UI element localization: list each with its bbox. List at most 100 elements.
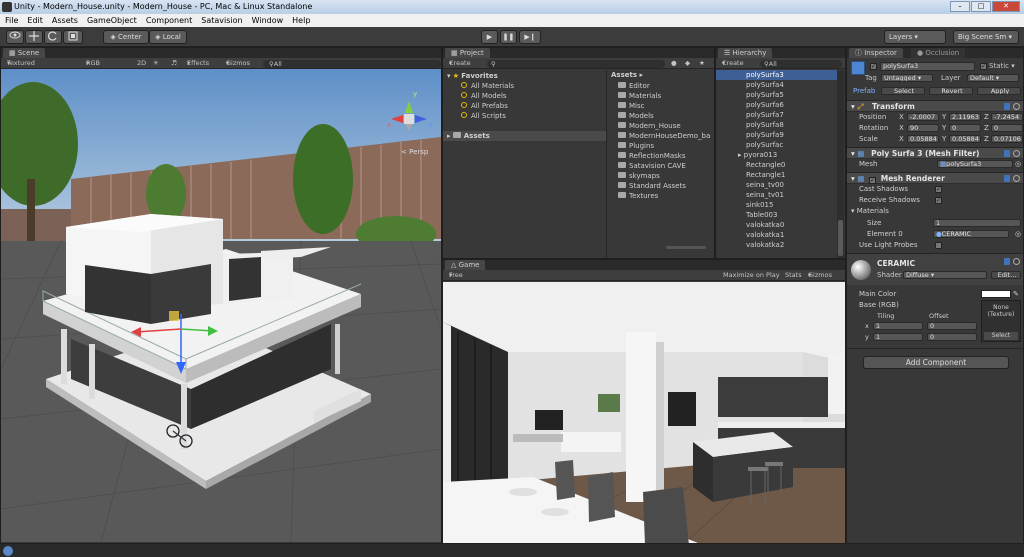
- move-tool-button[interactable]: [25, 30, 43, 44]
- favorite-all-scripts[interactable]: All Scripts: [443, 111, 606, 121]
- folder-satavision-cave[interactable]: Satavision CAVE: [608, 161, 714, 171]
- folder-reflectionmasks[interactable]: ReflectionMasks: [608, 151, 714, 161]
- layers-dropdown[interactable]: Layers: [884, 30, 946, 44]
- favorites-folder[interactable]: ▾ ★ Favorites: [443, 71, 606, 81]
- object-name-field[interactable]: polySurfa3: [880, 62, 975, 71]
- hierarchy-item[interactable]: valokatka2: [716, 240, 838, 250]
- pause-button[interactable]: ❚❚: [500, 30, 517, 44]
- favorite-all-materials[interactable]: All Materials: [443, 81, 606, 91]
- gear-icon[interactable]: [1013, 103, 1020, 110]
- folder-textures[interactable]: Textures: [608, 191, 714, 201]
- render-mode-dropdown[interactable]: RGB: [86, 58, 100, 69]
- help-icon[interactable]: [1004, 103, 1010, 110]
- add-component-button[interactable]: Add Component: [863, 356, 1009, 369]
- mesh-filter-header[interactable]: ▾ ▦ Poly Surfa 3 (Mesh Filter): [847, 147, 1023, 159]
- receive-shadows-checkbox[interactable]: ✓: [935, 196, 942, 204]
- maximize-on-play-toggle[interactable]: Maximize on Play: [723, 270, 780, 281]
- shader-edit-button[interactable]: Edit...: [991, 271, 1021, 279]
- menu-assets[interactable]: Assets: [52, 14, 78, 27]
- hierarchy-scrollbar[interactable]: [837, 70, 844, 258]
- hierarchy-item-expandable[interactable]: ▸ pyora013: [716, 150, 838, 160]
- gear-icon[interactable]: [1013, 150, 1020, 157]
- assets-breadcrumb[interactable]: Assets ▸: [608, 70, 714, 80]
- hierarchy-item[interactable]: Rectangle1: [716, 170, 838, 180]
- prefab-revert-button[interactable]: Revert: [929, 87, 973, 95]
- folder-materials[interactable]: Materials: [608, 91, 714, 101]
- rotation-y-field[interactable]: 0: [949, 124, 981, 132]
- main-color-swatch[interactable]: [981, 290, 1011, 298]
- menu-satavision[interactable]: Satavision: [201, 14, 242, 27]
- favorite-all-models[interactable]: All Models: [443, 91, 606, 101]
- hierarchy-item[interactable]: polySurfa4: [716, 80, 838, 90]
- folder-models[interactable]: Models: [608, 111, 714, 121]
- stats-toggle[interactable]: Stats: [785, 270, 802, 281]
- favorite-filter-icon[interactable]: ★: [699, 58, 705, 69]
- folder-misc[interactable]: Misc: [608, 101, 714, 111]
- layer-dropdown[interactable]: Default: [967, 74, 1019, 82]
- menu-file[interactable]: File: [5, 14, 18, 27]
- play-button[interactable]: ▶: [481, 30, 498, 44]
- active-checkbox[interactable]: ✓: [870, 63, 877, 70]
- use-light-probes-checkbox[interactable]: [935, 241, 942, 249]
- minimize-button[interactable]: –: [950, 1, 970, 12]
- filter-by-type-icon[interactable]: ●: [671, 58, 677, 69]
- hierarchy-item[interactable]: polySurfa8: [716, 120, 838, 130]
- menu-window[interactable]: Window: [252, 14, 284, 27]
- tag-dropdown[interactable]: Untagged: [881, 74, 933, 82]
- filter-by-label-icon[interactable]: ◆: [685, 58, 690, 69]
- folder-modernhousedemo[interactable]: ModernHouseDemo_ba: [608, 131, 714, 141]
- tab-project[interactable]: ▦ Project: [445, 48, 490, 58]
- position-z-field[interactable]: -7.2454: [991, 113, 1023, 121]
- scale-z-field[interactable]: 0.07106: [991, 135, 1023, 143]
- game-gizmos-dropdown[interactable]: Gizmos: [808, 270, 832, 281]
- position-x-field[interactable]: -2.0007: [907, 113, 939, 121]
- close-button[interactable]: ✕: [992, 1, 1020, 12]
- tab-inspector[interactable]: ⓘ Inspector: [849, 48, 903, 58]
- offset-y-field[interactable]: 0: [927, 333, 977, 341]
- cast-shadows-checkbox[interactable]: ✓: [935, 185, 942, 193]
- offset-x-field[interactable]: 0: [927, 322, 977, 330]
- step-button[interactable]: ▶❙: [519, 30, 541, 44]
- hierarchy-item[interactable]: seina_tv01: [716, 190, 838, 200]
- rotation-x-field[interactable]: 90: [907, 124, 939, 132]
- rotate-tool-button[interactable]: [44, 30, 62, 44]
- transform-header[interactable]: ▾ ⤢ Transform: [847, 100, 1023, 112]
- favorite-all-prefabs[interactable]: All Prefabs: [443, 101, 606, 111]
- shading-dropdown[interactable]: Textured: [7, 58, 35, 69]
- menu-help[interactable]: Help: [292, 14, 310, 27]
- project-search-input[interactable]: ⚲: [487, 59, 665, 68]
- gear-icon[interactable]: [1013, 175, 1020, 182]
- layout-dropdown[interactable]: Big Scene Sm: [953, 30, 1019, 44]
- hierarchy-item[interactable]: valokatka0: [716, 220, 838, 230]
- hierarchy-create-dropdown[interactable]: Create: [722, 58, 744, 69]
- hierarchy-item[interactable]: polySurfa6: [716, 100, 838, 110]
- folder-standard-assets[interactable]: Standard Assets: [608, 181, 714, 191]
- tiling-x-field[interactable]: 1: [873, 322, 923, 330]
- element0-field[interactable]: ●CERAMIC: [933, 230, 1009, 238]
- menu-component[interactable]: Component: [146, 14, 192, 27]
- tab-game[interactable]: △ Game: [445, 260, 486, 270]
- object-picker-icon[interactable]: ◎: [1015, 229, 1021, 239]
- materials-size-field[interactable]: 1: [933, 219, 1021, 227]
- gizmos-dropdown[interactable]: Gizmos: [226, 58, 250, 69]
- hierarchy-scroll-thumb[interactable]: [838, 220, 843, 256]
- game-viewport[interactable]: [443, 282, 845, 543]
- hierarchy-item[interactable]: polySurfac: [716, 140, 838, 150]
- pivot-center-toggle[interactable]: ◈ Center: [103, 30, 149, 44]
- menu-gameobject[interactable]: GameObject: [87, 14, 137, 27]
- effects-dropdown[interactable]: Effects: [187, 58, 209, 69]
- scene-search-input[interactable]: ⚲ All: [263, 59, 441, 68]
- materials-foldout[interactable]: ▾ Materials: [847, 206, 1023, 216]
- static-dropdown[interactable]: Static: [989, 62, 1015, 70]
- gear-icon[interactable]: [1013, 258, 1020, 265]
- menu-edit[interactable]: Edit: [27, 14, 43, 27]
- tab-scene[interactable]: ▦ Scene: [3, 48, 46, 58]
- tiling-y-field[interactable]: 1: [873, 333, 923, 341]
- mesh-renderer-header[interactable]: ▾ ▦ ✓ Mesh Renderer: [847, 172, 1023, 184]
- mesh-renderer-enabled-checkbox[interactable]: ✓: [869, 177, 877, 184]
- scale-x-field[interactable]: 0.05884: [907, 135, 939, 143]
- folder-editor[interactable]: Editor: [608, 81, 714, 91]
- hierarchy-item[interactable]: polySurfa9: [716, 130, 838, 140]
- folder-skymaps[interactable]: skymaps: [608, 171, 714, 181]
- hierarchy-item[interactable]: Rectangle0: [716, 160, 838, 170]
